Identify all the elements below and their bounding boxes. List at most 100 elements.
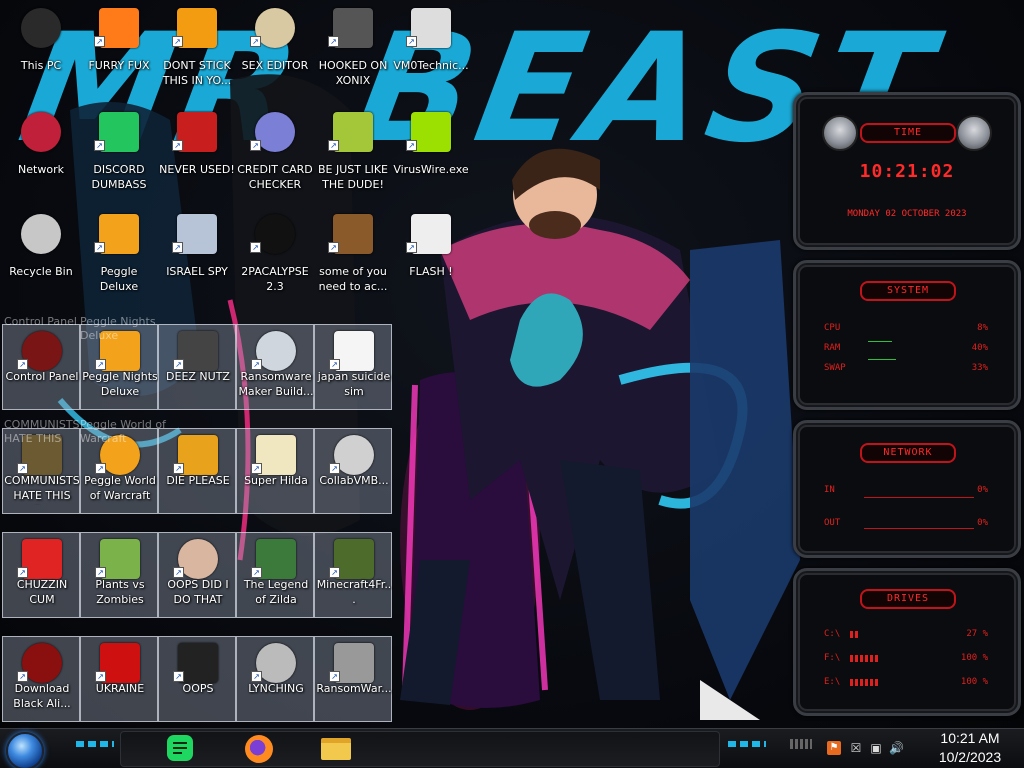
taskbar-chat-app-button[interactable]: [162, 731, 198, 767]
desktop-icon[interactable]: ↗ RansomWar...: [314, 636, 392, 722]
shortcut-arrow-icon: ↗: [250, 242, 261, 253]
desktop-icon[interactable]: ↗ UKRAINE: [80, 636, 158, 722]
spy-icon: [177, 214, 217, 254]
taskbar-decoration: [728, 741, 766, 747]
desktop-icon-label: CHUZZIN CUM: [16, 578, 68, 606]
network-icon[interactable]: ▣: [869, 741, 883, 755]
technician-icon: [411, 8, 451, 48]
folder-icon: [321, 738, 351, 760]
control-panel-icon: [22, 331, 62, 371]
desktop-icon[interactable]: ↗ SEX EDITOR: [236, 2, 314, 102]
desktop-icon[interactable]: ↗ LYNCHING: [236, 636, 314, 722]
drive-label: E:\: [824, 677, 841, 687]
desktop-icon-label: COMMUNISTS HATE THIS G...: [4, 474, 80, 505]
shortcut-arrow-icon: ↗: [94, 36, 105, 47]
taskbar-clock-date[interactable]: 10/2/2023: [934, 749, 1006, 765]
desktop-icon[interactable]: ↗ NEVER USED!: [158, 106, 236, 206]
desktop-icon[interactable]: ↗ Ransomware Maker Build...: [236, 324, 314, 410]
network-out-value: 0%: [977, 518, 988, 528]
desktop-icon[interactable]: ↗ HOOKED ON XONIX: [314, 2, 392, 102]
desktop-icon-label: DISCORD DUMBASS: [91, 163, 147, 191]
desktop-icon[interactable]: ↗ VirusWire.exe: [392, 106, 470, 206]
ransomware-builder-icon: [256, 331, 296, 371]
desktop-icon-label: Recycle Bin: [9, 265, 73, 278]
desktop-icon[interactable]: ↗ FLASH !: [392, 208, 470, 308]
desktop-icon[interactable]: ↗ CREDIT CARD CHECKER: [236, 106, 314, 206]
drive-usage-bar: [850, 679, 878, 686]
drag-ghost-label: Peggle World of Warcraft: [80, 418, 166, 445]
desktop-icon[interactable]: ↗ some of you need to ac...: [314, 208, 392, 308]
noose-icon: [256, 643, 296, 683]
desktop-icon[interactable]: ↗ DONT STICK THIS IN YO...: [158, 2, 236, 102]
black-alien-icon: [22, 643, 62, 683]
desktop-icon-label: OOPS: [182, 682, 214, 695]
de-icon: [178, 435, 218, 475]
desktop-icon-label: Peggle Nights Deluxe: [82, 370, 158, 398]
desktop-icon[interactable]: ↗ VM0Technic...: [392, 2, 470, 102]
red-x-network-icon[interactable]: ☒: [849, 741, 863, 755]
desktop-icon[interactable]: ↗ CHUZZIN CUM: [2, 532, 80, 618]
desktop-icon[interactable]: This PC: [2, 2, 80, 102]
portrait-icon: [178, 539, 218, 579]
desktop-icon[interactable]: Network: [2, 106, 80, 206]
chuzzle-icon: [22, 539, 62, 579]
pixel-dog-icon: [256, 435, 296, 475]
radiation-icon: [100, 643, 140, 683]
taskbar-decoration: [76, 741, 114, 747]
desktop-icon[interactable]: ↗ The Legend of Zilda: [236, 532, 314, 618]
chat-app-icon: [99, 112, 139, 152]
desktop-icon-label: NEVER USED!: [159, 163, 235, 176]
shortcut-arrow-icon: ↗: [172, 242, 183, 253]
computer-icon: [21, 8, 61, 48]
desktop-icon[interactable]: ↗ OOPS: [158, 636, 236, 722]
desktop-icon[interactable]: ↗ Control Panel: [2, 324, 80, 410]
desktop-icon-label: OOPS DID I DO THAT: [167, 578, 229, 606]
network-in-graph: [864, 497, 974, 498]
vlc-icon: [177, 8, 217, 48]
desktop-icon-label: DIE PLEASE: [166, 474, 230, 487]
system-cpu-value: 8%: [977, 323, 988, 333]
drive-usage-bar: [850, 655, 878, 662]
system-cpu-label: CPU: [824, 323, 841, 333]
stack-icon: [178, 331, 218, 371]
desktop-icon[interactable]: ↗ Plants vs Zombies: [80, 532, 158, 618]
volume-icon[interactable]: 🔊: [889, 741, 904, 755]
lime-icon: [411, 112, 451, 152]
taskbar-file-explorer-button[interactable]: [318, 731, 354, 767]
drive-usage-value: 100 %: [960, 677, 988, 687]
taskbar-firefox-button[interactable]: [240, 731, 276, 767]
document-icon: [334, 331, 374, 371]
shortcut-arrow-icon: ↗: [406, 140, 417, 151]
desktop-icon-label: VirusWire.exe: [393, 163, 469, 176]
desktop-icon-label: Ransomware Maker Build...: [238, 370, 314, 398]
desktop-icon[interactable]: ↗ Minecraft4Fr...: [314, 532, 392, 618]
desktop-icon[interactable]: ↗ BE JUST LIKE THE DUDE!: [314, 106, 392, 206]
desktop-icon[interactable]: ↗ OOPS DID I DO THAT: [158, 532, 236, 618]
desktop-icon[interactable]: ↗ 2PACALYPSE 2.3: [236, 208, 314, 308]
desktop-icon-label: Download Black Ali...: [13, 682, 71, 710]
alien-head-icon: [956, 115, 992, 151]
flag-icon[interactable]: ⚑: [827, 741, 841, 755]
flash-icon: [411, 214, 451, 254]
desktop-icon-label: RansomWar...: [316, 682, 392, 695]
desktop-icon[interactable]: ↗ DISCORD DUMBASS: [80, 106, 158, 206]
desktop-icon-label: DEEZ NUTZ: [166, 370, 230, 383]
network-widget-title: NETWORK: [860, 443, 956, 463]
desktop-icon[interactable]: ↗ japan suicide sim: [314, 324, 392, 410]
desktop-icon[interactable]: ↗ FURRY FUX: [80, 2, 158, 102]
desktop-icon[interactable]: ↗ Peggle Deluxe: [80, 208, 158, 308]
desktop-icon[interactable]: ↗ ISRAEL SPY: [158, 208, 236, 308]
taskbar-decoration: [790, 739, 812, 749]
desktop-icon[interactable]: ↗ CollabVMB...: [314, 428, 392, 514]
network-in-value: 0%: [977, 485, 988, 495]
taskbar-clock-time[interactable]: 10:21 AM: [934, 730, 1006, 746]
desktop-icon[interactable]: Recycle Bin: [2, 208, 80, 308]
plants-vs-zombies-icon: [100, 539, 140, 579]
desktop-icon-label: ISRAEL SPY: [166, 265, 228, 278]
drive-label: F:\: [824, 653, 841, 663]
drag-ghost-label: Peggle Nights Deluxe: [80, 315, 156, 342]
desktop-icon[interactable]: ↗ Super Hilda: [236, 428, 314, 514]
desktop-icon[interactable]: ↗ Download Black Ali...: [2, 636, 80, 722]
alien-head-icon: [822, 115, 858, 151]
start-button[interactable]: [6, 732, 44, 768]
